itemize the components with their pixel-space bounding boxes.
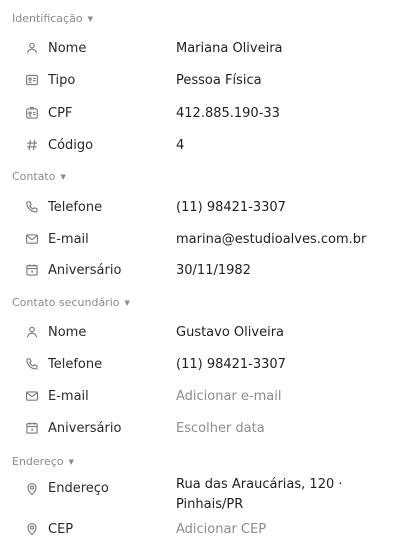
field-row-secundario-email[interactable]: E-mail Adicionar e-mail xyxy=(0,385,410,409)
field-row-codigo[interactable]: Código 4 xyxy=(0,134,410,158)
field-row-secundario-nome[interactable]: Nome Gustavo Oliveira xyxy=(0,321,410,345)
field-row-cep[interactable]: CEP Adicionar CEP xyxy=(0,518,410,542)
add-email-placeholder[interactable]: Adicionar e-mail xyxy=(176,387,404,407)
calendar-icon xyxy=(24,420,40,436)
id-card-icon xyxy=(24,72,40,88)
field-label: Endereço xyxy=(48,481,109,496)
caret-down-icon: ▼ xyxy=(124,298,130,307)
section-header-identificacao[interactable]: Identificação ▼ xyxy=(12,12,93,25)
section-title: Endereço xyxy=(12,455,64,468)
mail-icon xyxy=(24,231,40,247)
caret-down-icon: ▼ xyxy=(68,457,74,466)
calendar-icon xyxy=(24,262,40,278)
badge-icon xyxy=(24,105,40,121)
field-label: Aniversário xyxy=(48,263,122,278)
field-value-endereco[interactable]: Rua das Araucárias, 120 · Pinhais/PR xyxy=(176,475,376,515)
caret-down-icon: ▼ xyxy=(60,172,66,181)
section-title: Contato secundário xyxy=(12,296,120,309)
choose-date-placeholder[interactable]: Escolher data xyxy=(176,419,404,439)
section-header-endereco[interactable]: Endereço ▼ xyxy=(12,455,74,468)
section-title: Identificação xyxy=(12,12,83,25)
field-label: E-mail xyxy=(48,232,89,247)
section-title: Contato xyxy=(12,170,56,183)
field-label: Código xyxy=(48,138,94,153)
field-row-cpf[interactable]: CPF 412.885.190-33 xyxy=(0,102,410,126)
section-header-contato[interactable]: Contato ▼ xyxy=(12,170,66,183)
field-label: CPF xyxy=(48,106,73,121)
field-row-secundario-telefone[interactable]: Telefone (11) 98421-3307 xyxy=(0,353,410,377)
section-header-contato-secundario[interactable]: Contato secundário ▼ xyxy=(12,296,130,309)
field-label: Telefone xyxy=(48,200,103,215)
field-value-email[interactable]: marina@estudioalves.com.br xyxy=(176,230,404,250)
field-value-cpf[interactable]: 412.885.190-33 xyxy=(176,104,404,124)
field-value-aniversario[interactable]: 30/11/1982 xyxy=(176,261,404,281)
field-row-email[interactable]: E-mail marina@estudioalves.com.br xyxy=(0,228,410,252)
field-label: Nome xyxy=(48,41,87,56)
field-label: Tipo xyxy=(48,73,76,88)
field-label: Nome xyxy=(48,325,87,340)
field-label: Telefone xyxy=(48,357,103,372)
field-label: CEP xyxy=(48,522,74,537)
field-row-aniversario[interactable]: Aniversário 30/11/1982 xyxy=(0,259,410,283)
mail-icon xyxy=(24,388,40,404)
add-cep-placeholder[interactable]: Adicionar CEP xyxy=(176,520,404,540)
field-row-endereco[interactable]: Endereço Rua das Araucárias, 120 · Pinha… xyxy=(0,469,410,513)
field-value-telefone[interactable]: (11) 98421-3307 xyxy=(176,198,404,218)
caret-down-icon: ▼ xyxy=(87,14,93,23)
field-row-telefone[interactable]: Telefone (11) 98421-3307 xyxy=(0,196,410,220)
field-value-secundario-telefone[interactable]: (11) 98421-3307 xyxy=(176,355,404,375)
field-row-nome[interactable]: Nome Mariana Oliveira xyxy=(0,37,410,61)
field-value-secundario-nome[interactable]: Gustavo Oliveira xyxy=(176,323,404,343)
hash-icon xyxy=(24,137,40,153)
field-label: Aniversário xyxy=(48,421,122,436)
person-icon xyxy=(24,40,40,56)
field-value-nome[interactable]: Mariana Oliveira xyxy=(176,39,404,59)
field-row-tipo[interactable]: Tipo Pessoa Física xyxy=(0,69,410,93)
location-pin-icon xyxy=(24,481,40,497)
phone-icon xyxy=(24,356,40,372)
field-value-codigo[interactable]: 4 xyxy=(176,136,404,156)
phone-icon xyxy=(24,199,40,215)
field-label: E-mail xyxy=(48,389,89,404)
field-value-tipo[interactable]: Pessoa Física xyxy=(176,71,404,91)
field-row-secundario-aniversario[interactable]: Aniversário Escolher data xyxy=(0,417,410,441)
person-icon xyxy=(24,324,40,340)
location-pin-icon xyxy=(24,521,40,537)
contact-details-panel: Identificação ▼ Nome Mariana Oliveira Ti… xyxy=(0,0,410,550)
